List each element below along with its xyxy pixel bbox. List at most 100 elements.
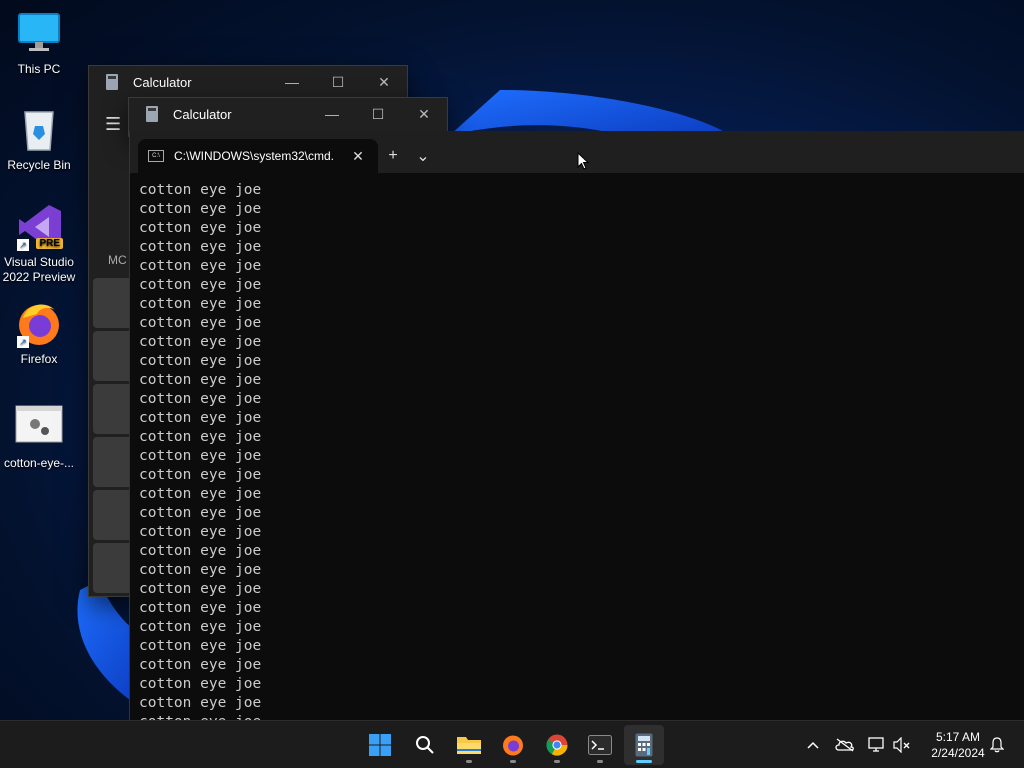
pre-badge: PRE <box>36 238 63 249</box>
chrome-icon <box>546 734 568 756</box>
terminal-line: cotton eye joe <box>139 239 262 255</box>
taskbar-terminal[interactable] <box>580 725 620 765</box>
onedrive-offline-icon[interactable] <box>833 721 857 768</box>
search-button[interactable] <box>405 725 445 765</box>
taskbar-calculator[interactable] <box>624 725 664 765</box>
shortcut-arrow-icon: ↗ <box>17 336 29 348</box>
taskbar-file-explorer[interactable] <box>449 725 489 765</box>
desktop-icon-this-pc[interactable]: This PC <box>0 10 78 77</box>
desktop-icon-label: Firefox <box>20 352 58 366</box>
hamburger-menu-icon[interactable]: ☰ <box>105 114 121 135</box>
terminal-line: cotton eye joe <box>139 429 262 445</box>
terminal-line: cotton eye joe <box>139 695 262 711</box>
terminal-line: cotton eye joe <box>139 543 262 559</box>
terminal-line: cotton eye joe <box>139 410 262 426</box>
terminal-line: cotton eye joe <box>139 315 262 331</box>
terminal-line: cotton eye joe <box>139 258 262 274</box>
visual-studio-icon: PRE ↗ <box>15 203 63 251</box>
terminal-line: cotton eye joe <box>139 182 262 198</box>
desktop-icon-visual-studio[interactable]: PRE ↗ Visual Studio 2022 Preview <box>0 203 78 285</box>
terminal-window[interactable]: C:\ C:\WINDOWS\system32\cmd. ✕ + ⌄ cotto… <box>129 131 1024 721</box>
terminal-line: cotton eye joe <box>139 619 262 635</box>
terminal-line: cotton eye joe <box>139 201 262 217</box>
start-button[interactable] <box>360 725 400 765</box>
shortcut-arrow-icon: ↗ <box>17 239 29 251</box>
taskbar-firefox[interactable] <box>493 725 533 765</box>
close-button[interactable]: ✕ <box>401 98 447 130</box>
desktop-icon-cotton-eye[interactable]: cotton-eye-... <box>0 404 78 471</box>
running-indicator <box>554 760 560 763</box>
terminal-line: cotton eye joe <box>139 467 262 483</box>
calculator-titlebar[interactable]: Calculator — ☐ ✕ <box>89 66 407 98</box>
calculator-icon <box>635 733 653 757</box>
taskbar: 5:17 AM 2/24/2024 <box>0 720 1024 768</box>
terminal-line: cotton eye joe <box>139 277 262 293</box>
calc-key[interactable] <box>93 490 133 540</box>
notification-bell-icon[interactable] <box>985 721 1009 768</box>
terminal-line: cotton eye joe <box>139 391 262 407</box>
cmd-icon: C:\ <box>148 150 164 162</box>
terminal-line: cotton eye joe <box>139 372 262 388</box>
terminal-tab-cmd[interactable]: C:\ C:\WINDOWS\system32\cmd. ✕ <box>138 139 378 173</box>
firefox-icon <box>503 735 523 756</box>
calc-key[interactable] <box>93 437 133 487</box>
close-button[interactable]: ✕ <box>361 66 407 98</box>
terminal-line: cotton eye joe <box>139 334 262 350</box>
calculator-icon <box>146 106 158 122</box>
terminal-line: cotton eye joe <box>139 657 262 673</box>
minimize-button[interactable]: — <box>269 66 315 98</box>
window-title: Calculator <box>133 74 192 90</box>
new-tab-button[interactable]: + <box>378 139 408 173</box>
application-file-icon <box>15 404 63 452</box>
calc-key[interactable] <box>93 543 133 593</box>
desktop-icon-firefox[interactable]: ↗ Firefox <box>0 300 78 367</box>
terminal-line: cotton eye joe <box>139 524 262 540</box>
maximize-button[interactable]: ☐ <box>355 98 401 130</box>
mouse-cursor-icon <box>577 152 589 170</box>
terminal-line: cotton eye joe <box>139 600 262 616</box>
window-title: Calculator <box>173 106 232 122</box>
terminal-line: cotton eye joe <box>139 353 262 369</box>
desktop-icon-label: Visual Studio 2022 Preview <box>2 255 76 284</box>
maximize-button[interactable]: ☐ <box>315 66 361 98</box>
chevron-down-icon[interactable]: ⌄ <box>408 139 438 173</box>
running-indicator <box>636 760 652 763</box>
folder-icon <box>457 737 481 754</box>
volume-muted-icon[interactable] <box>890 721 914 768</box>
chevron-up-icon[interactable] <box>801 721 825 768</box>
terminal-line: cotton eye joe <box>139 676 262 692</box>
terminal-line: cotton eye joe <box>139 638 262 654</box>
minimize-button[interactable]: — <box>309 98 355 130</box>
running-indicator <box>597 760 603 763</box>
memory-clear-label[interactable]: MC <box>108 253 127 267</box>
search-icon <box>416 736 434 754</box>
terminal-line: cotton eye joe <box>139 448 262 464</box>
tab-title: C:\WINDOWS\system32\cmd. <box>174 149 335 163</box>
firefox-icon: ↗ <box>15 300 63 348</box>
terminal-line: cotton eye joe <box>139 220 262 236</box>
calc-key[interactable] <box>93 278 133 328</box>
running-indicator <box>510 760 516 763</box>
calc-key[interactable] <box>93 384 133 434</box>
running-indicator <box>466 760 472 763</box>
desktop-icon-label: Recycle Bin <box>7 158 71 172</box>
calculator-icon <box>106 74 118 90</box>
terminal-line: cotton eye joe <box>139 486 262 502</box>
terminal-line: cotton eye joe <box>139 296 262 312</box>
terminal-line: cotton eye joe <box>139 581 262 597</box>
desktop-icon-recycle-bin[interactable]: Recycle Bin <box>0 106 78 173</box>
terminal-line: cotton eye joe <box>139 562 262 578</box>
terminal-output[interactable]: cotton eye joe cotton eye joe cotton eye j… <box>130 173 1024 721</box>
monitor-icon <box>15 10 63 58</box>
terminal-icon <box>588 735 612 755</box>
taskbar-chrome[interactable] <box>537 725 577 765</box>
calc-key[interactable] <box>93 331 133 381</box>
windows-logo-icon <box>369 734 391 756</box>
close-tab-icon[interactable]: ✕ <box>348 148 368 165</box>
desktop-icon-label: cotton-eye-... <box>3 456 75 470</box>
desktop-icon-label: This PC <box>17 62 61 76</box>
recycle-bin-icon <box>15 106 63 154</box>
terminal-line: cotton eye joe <box>139 505 262 521</box>
calculator-titlebar[interactable]: Calculator — ☐ ✕ <box>129 98 447 130</box>
network-icon[interactable] <box>865 721 889 768</box>
